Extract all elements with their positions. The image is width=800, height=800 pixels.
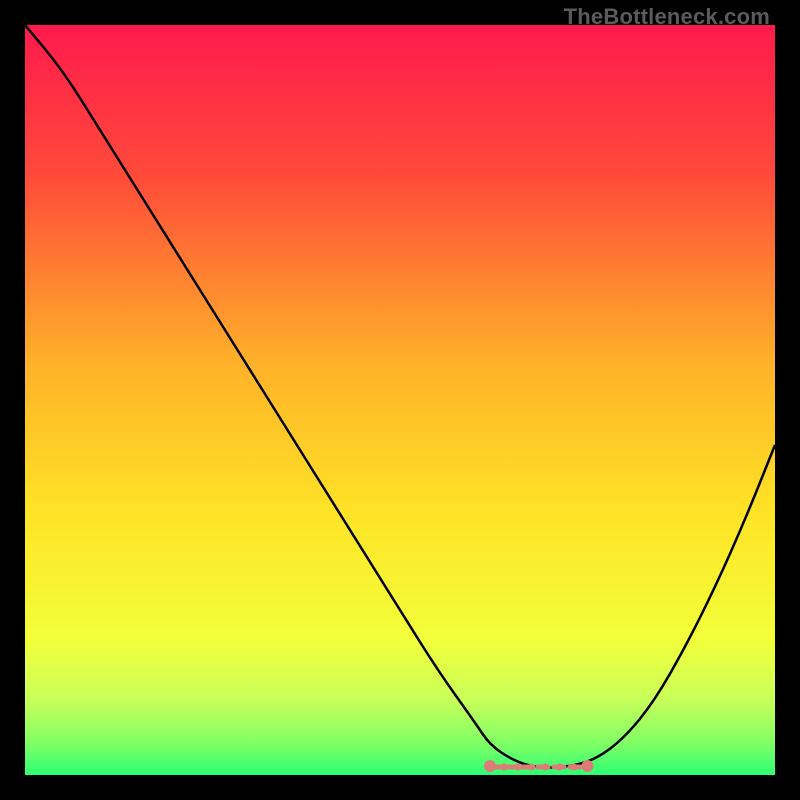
gradient-background	[25, 25, 775, 775]
watermark-text: TheBottleneck.com	[564, 4, 770, 30]
bottleneck-chart	[25, 25, 775, 775]
chart-area	[25, 25, 775, 775]
